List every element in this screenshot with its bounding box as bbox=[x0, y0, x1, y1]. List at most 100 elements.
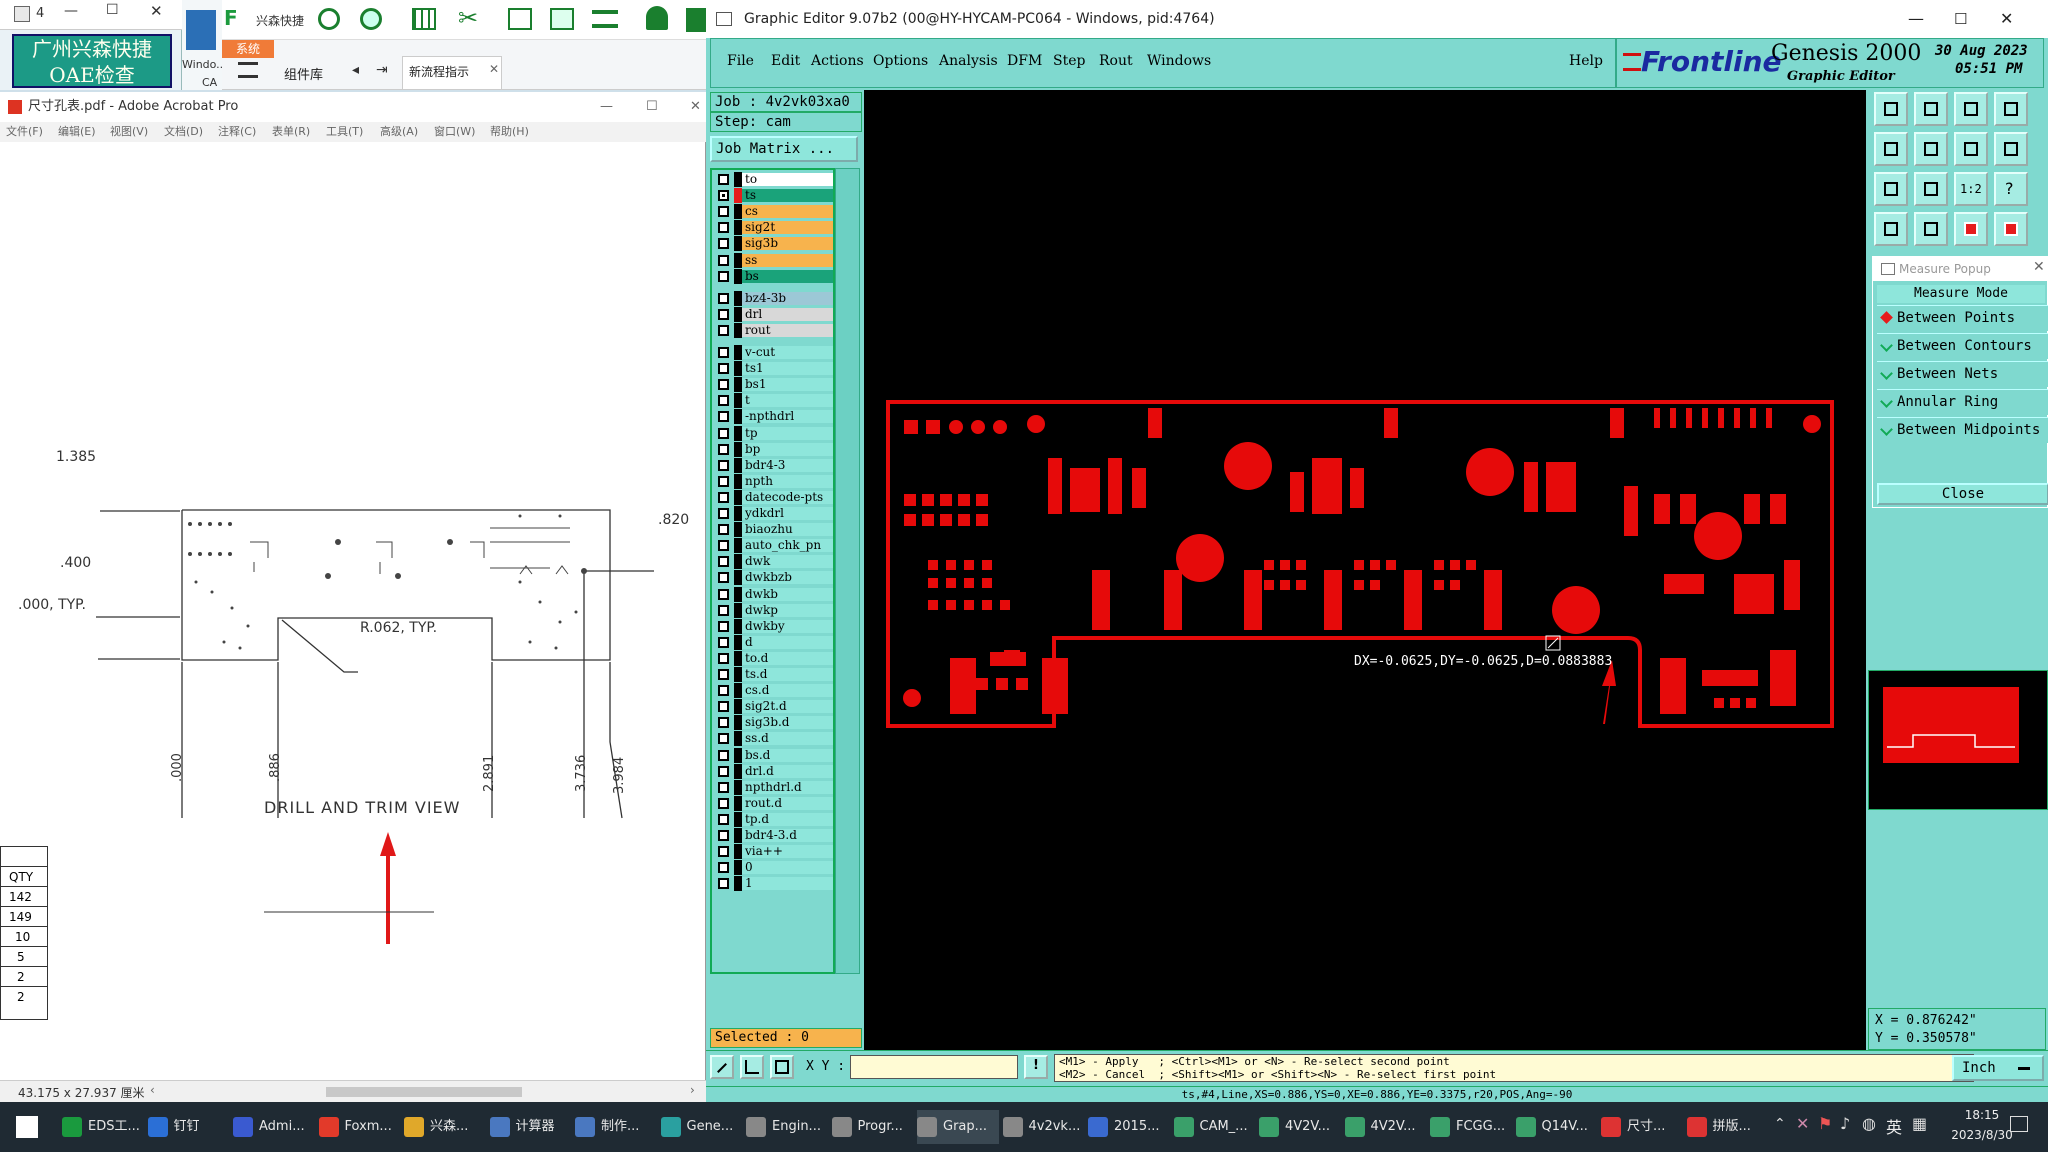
taskbar-app[interactable]: 计算器 bbox=[489, 1110, 572, 1144]
taskbar-app[interactable]: 尺寸... bbox=[1601, 1110, 1683, 1144]
layer-checkbox[interactable] bbox=[718, 717, 729, 729]
tray-app-icon[interactable]: ✕ bbox=[1796, 1114, 1809, 1133]
notification-icon[interactable] bbox=[2010, 1116, 2028, 1132]
layer-name[interactable]: 1 bbox=[742, 877, 833, 891]
layer-name[interactable]: ts bbox=[742, 189, 833, 203]
refresh-icon[interactable] bbox=[360, 8, 382, 30]
list-icon[interactable] bbox=[592, 10, 618, 28]
layer-row-to.d[interactable]: to.d bbox=[714, 650, 833, 666]
layer-row-via++[interactable]: via++ bbox=[714, 844, 833, 860]
layer-row-bs1[interactable]: bs1 bbox=[714, 377, 833, 393]
layout-button[interactable] bbox=[1994, 92, 2028, 126]
layer-row-d[interactable]: d bbox=[714, 634, 833, 650]
layer-name[interactable]: cs.d bbox=[742, 684, 833, 698]
layer-checkbox[interactable] bbox=[718, 556, 729, 568]
layer-scrollbar[interactable] bbox=[835, 168, 860, 974]
oae-check-panel[interactable]: 广州兴森快捷 OAE检查 bbox=[12, 34, 172, 88]
maximize-icon[interactable]: ☐ bbox=[1954, 0, 1967, 38]
layer-name[interactable]: bs.d bbox=[742, 748, 833, 762]
pcb-view[interactable] bbox=[864, 90, 1866, 1050]
copy-icon[interactable] bbox=[550, 8, 574, 30]
menu-document[interactable]: 文档(D) bbox=[164, 122, 203, 142]
taskbar-app[interactable]: Grap... bbox=[917, 1110, 999, 1144]
layer-name[interactable]: dwkby bbox=[742, 619, 833, 633]
menu-file[interactable]: 文件(F) bbox=[6, 122, 43, 142]
scroll-left-icon[interactable]: ‹ bbox=[150, 1083, 155, 1097]
mode-between-contours[interactable]: Between Contours bbox=[1877, 333, 2048, 359]
layer-name[interactable]: d bbox=[742, 635, 833, 649]
layer-checkbox[interactable] bbox=[718, 572, 729, 584]
layer-name[interactable]: biaozhu bbox=[742, 523, 833, 537]
menu-analysis[interactable]: Analysis bbox=[939, 53, 998, 69]
taskbar-app[interactable]: Foxm... bbox=[318, 1110, 401, 1144]
overview-map[interactable] bbox=[1868, 670, 2048, 810]
layer-checkbox[interactable] bbox=[718, 190, 729, 202]
layer-row-sig2t[interactable]: sig2t bbox=[714, 220, 833, 236]
mode-between-nets[interactable]: Between Nets bbox=[1877, 361, 2048, 387]
layer-name[interactable]: auto_chk_pn bbox=[742, 539, 833, 553]
forward-arrow-icon[interactable]: ⇥ bbox=[376, 62, 388, 78]
layer-row-bp[interactable]: bp bbox=[714, 441, 833, 457]
menu-rout[interactable]: Rout bbox=[1099, 53, 1133, 69]
taskbar-app[interactable]: 4V2V... bbox=[1259, 1110, 1341, 1144]
back-arrow-icon[interactable]: ◂ bbox=[352, 62, 359, 78]
layer-name[interactable]: drl.d bbox=[742, 764, 833, 778]
layer-checkbox[interactable] bbox=[718, 238, 729, 250]
layer-name[interactable]: bz4-3b bbox=[742, 291, 833, 305]
minimize-icon[interactable]: — bbox=[1908, 0, 1924, 38]
mode-between-points[interactable]: Between Points bbox=[1877, 305, 2048, 331]
layer-row-cs[interactable]: cs bbox=[714, 204, 833, 220]
layer-row-bdr4-3[interactable]: bdr4-3 bbox=[714, 457, 833, 473]
layer-checkbox[interactable] bbox=[718, 206, 729, 218]
layer-row-v-cut[interactable]: v-cut bbox=[714, 345, 833, 360]
info-button[interactable]: ! bbox=[1024, 1055, 1048, 1079]
layer-name[interactable]: bs bbox=[742, 269, 833, 283]
job-matrix-button[interactable]: Job Matrix ... bbox=[710, 136, 858, 162]
layer-toggle-b-button[interactable] bbox=[1994, 212, 2028, 246]
layer-row-dwk[interactable]: dwk bbox=[714, 554, 833, 570]
menu-edit[interactable]: 编辑(E) bbox=[58, 122, 96, 142]
layer-row-dwkby[interactable]: dwkby bbox=[714, 618, 833, 634]
layer-checkbox[interactable] bbox=[718, 685, 729, 697]
layer-checkbox[interactable] bbox=[718, 669, 729, 680]
layer-row-rout.d[interactable]: rout.d bbox=[714, 795, 833, 811]
layer-checkbox[interactable] bbox=[718, 254, 729, 266]
ime-language[interactable]: 英 bbox=[1886, 1114, 1902, 1138]
close-icon[interactable]: ✕ bbox=[2000, 0, 2013, 38]
taskbar-app[interactable]: FCGG... bbox=[1430, 1110, 1512, 1144]
layer-row-bs[interactable]: bs bbox=[714, 268, 833, 284]
layer-name[interactable]: v-cut bbox=[742, 346, 833, 359]
layer-row-bdr4-3.d[interactable]: bdr4-3.d bbox=[714, 828, 833, 843]
layer-row-bs.d[interactable]: bs.d bbox=[714, 747, 833, 763]
layer-checkbox[interactable] bbox=[718, 475, 729, 487]
layer-name[interactable]: ts1 bbox=[742, 362, 833, 376]
measure-button[interactable] bbox=[740, 1055, 764, 1079]
menu-view[interactable]: 视图(V) bbox=[110, 122, 148, 142]
layer-checkbox[interactable] bbox=[718, 491, 729, 503]
layer-checkbox[interactable] bbox=[718, 588, 729, 600]
layer-row-rout[interactable]: rout bbox=[714, 322, 833, 338]
cut-icon[interactable]: ✂ bbox=[458, 4, 478, 32]
layer-checkbox[interactable] bbox=[718, 701, 729, 713]
layer-name[interactable]: -npthdrl bbox=[742, 410, 833, 424]
layer-checkbox[interactable] bbox=[718, 620, 729, 632]
taskbar-app[interactable]: 4v2vk... bbox=[1002, 1110, 1085, 1144]
layer-name[interactable]: ss.d bbox=[742, 732, 833, 746]
zoom-out-button[interactable] bbox=[1914, 132, 1948, 166]
layer-name[interactable]: sig2t bbox=[742, 221, 833, 235]
tray-flag-icon[interactable]: ⚑ bbox=[1818, 1114, 1832, 1133]
layer-checkbox[interactable] bbox=[718, 411, 729, 423]
undo-view-button[interactable] bbox=[1954, 132, 1988, 166]
taskbar-app[interactable]: 2015... bbox=[1088, 1110, 1170, 1144]
taskbar-app[interactable]: Progr... bbox=[831, 1110, 914, 1144]
layer-name[interactable]: sig3b.d bbox=[742, 716, 833, 730]
taskbar-app[interactable]: 制作... bbox=[575, 1110, 657, 1144]
ratio-button[interactable]: 1:2 bbox=[1954, 172, 1988, 206]
layer-row-tp.d[interactable]: tp.d bbox=[714, 811, 833, 827]
layer-row-npthdrl.d[interactable]: npthdrl.d bbox=[714, 779, 833, 795]
layer-row-dwkb[interactable]: dwkb bbox=[714, 586, 833, 602]
layer-checkbox[interactable] bbox=[718, 749, 729, 761]
layer-row-to[interactable]: to bbox=[714, 172, 833, 187]
layer-checkbox[interactable] bbox=[718, 878, 729, 890]
zoom-home-button[interactable] bbox=[1874, 92, 1908, 126]
